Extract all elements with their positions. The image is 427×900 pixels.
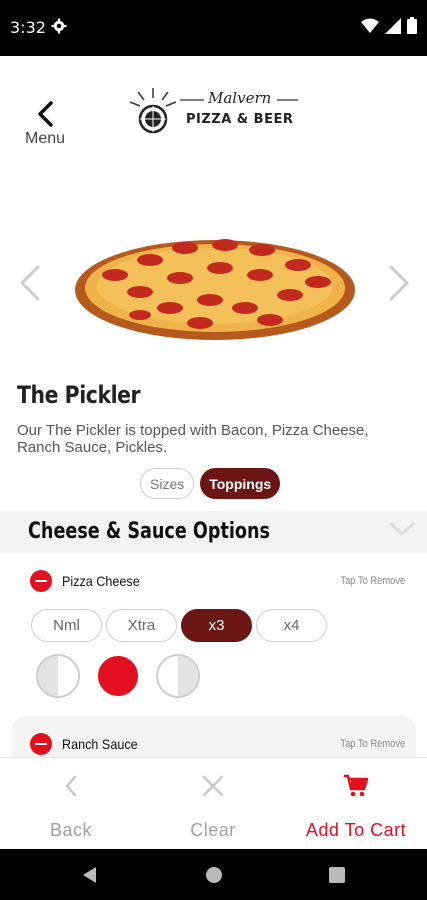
status-icons: [361, 17, 417, 34]
add-to-cart-button[interactable]: Add To Cart: [285, 758, 427, 850]
tab-sizes[interactable]: Sizes: [140, 468, 195, 499]
back-button[interactable]: Back: [0, 758, 142, 850]
cheese-sauce-section-header[interactable]: Cheese & Sauce Options: [0, 511, 427, 553]
logo-subtitle: PIZZA & BEER: [186, 112, 294, 127]
amount-selector: Nml Xtra x3 x4: [31, 609, 327, 642]
item-description: Our The Pickler is topped with Bacon, Pi…: [17, 422, 369, 456]
amount-x4-button[interactable]: x4: [256, 609, 327, 642]
back-to-menu-button[interactable]: Menu: [22, 100, 68, 148]
tab-toppings[interactable]: Toppings: [200, 468, 281, 499]
system-navigation-bar: [0, 849, 427, 900]
amount-x3-button[interactable]: x3: [181, 609, 252, 642]
back-label: Menu: [24, 130, 66, 147]
pizza-image: [75, 239, 355, 340]
section-title: Cheese & Sauce Options: [28, 519, 271, 544]
amount-extra-button[interactable]: Xtra: [106, 609, 177, 642]
status-time: 3:32: [10, 18, 46, 37]
option-name: Pizza Cheese: [62, 573, 140, 589]
cell-signal-icon: [385, 17, 401, 34]
tap-to-remove-hint[interactable]: Tap To Remove: [340, 575, 405, 587]
nav-home-icon[interactable]: [204, 865, 224, 885]
option-name: Ranch Sauce: [62, 736, 138, 752]
whole-portion-icon[interactable]: [96, 654, 140, 698]
bottom-action-bar: Back Clear Add To Cart: [0, 757, 427, 849]
nav-back-icon[interactable]: [80, 865, 98, 885]
battery-icon: [407, 17, 417, 34]
restaurant-logo: Malvern PIZZA & BEER: [128, 86, 298, 136]
close-x-icon: [202, 775, 224, 797]
back-label: Back: [49, 820, 93, 840]
logo-name: Malvern: [208, 89, 272, 107]
pizza-logo-icon: [129, 88, 177, 134]
status-bar: 3:32: [0, 0, 427, 56]
add-to-cart-label: Add To Cart: [305, 820, 407, 840]
clear-button[interactable]: Clear: [142, 758, 284, 850]
chevron-left-icon: [65, 775, 77, 797]
remove-minus-icon[interactable]: [30, 570, 52, 592]
chevron-left-icon: [38, 101, 53, 127]
shopping-cart-icon: [344, 774, 369, 797]
option-tabs: Sizes Toppings: [140, 468, 281, 499]
wifi-icon: [361, 18, 379, 33]
right-half-portion-icon[interactable]: [156, 654, 200, 698]
item-title: The Pickler: [17, 381, 141, 409]
clear-label: Clear: [190, 820, 236, 840]
chevron-down-icon: [389, 522, 415, 536]
tap-to-remove-hint[interactable]: Tap To Remove: [340, 738, 405, 750]
amount-normal-button[interactable]: Nml: [31, 609, 102, 642]
left-half-portion-icon[interactable]: [36, 654, 80, 698]
settings-gear-icon: [51, 18, 67, 34]
remove-minus-icon[interactable]: [30, 733, 52, 755]
nav-recents-icon[interactable]: [328, 866, 346, 884]
portion-selector: [36, 654, 200, 698]
